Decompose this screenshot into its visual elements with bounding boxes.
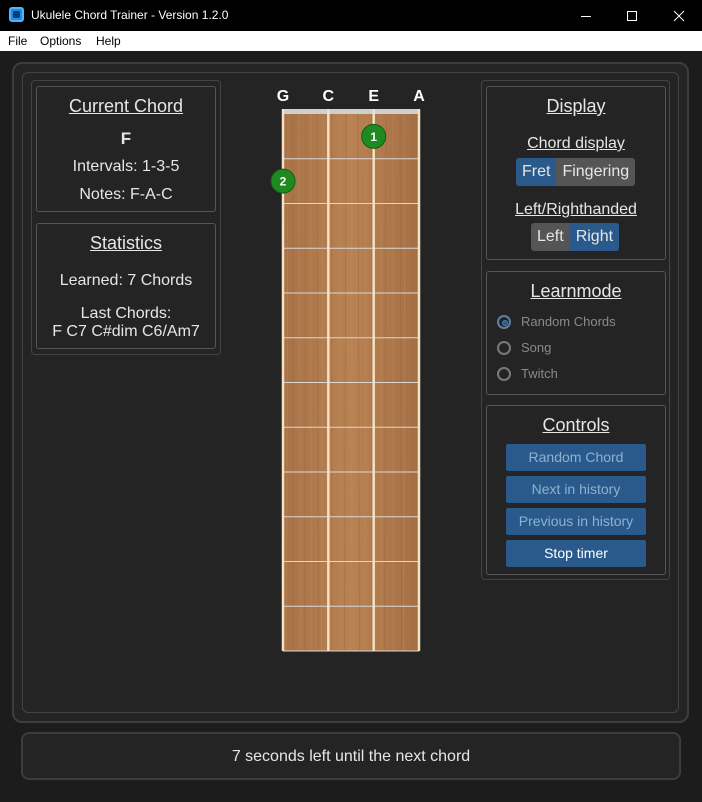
- fretboard-area: GCEA 12: [262, 51, 442, 661]
- chord-display-label: Chord display: [527, 135, 625, 152]
- finger-label: 1: [370, 130, 377, 144]
- chord-display-toggle: Fret Fingering: [516, 158, 636, 186]
- fretboard: 12: [270, 109, 421, 652]
- menu-help[interactable]: Help: [96, 34, 121, 48]
- finger-marker: 1: [361, 123, 387, 149]
- controls-heading: Controls: [542, 415, 610, 435]
- hand-label: Left/Righthanded: [515, 201, 637, 218]
- learnmode-heading: Learnmode: [530, 281, 622, 301]
- chord-intervals: Intervals: 1-3-5: [72, 158, 180, 175]
- random-chord-button[interactable]: Random Chord: [506, 444, 646, 471]
- current-chord-panel: Current Chord F Intervals: 1-3-5 Notes: …: [36, 86, 216, 212]
- controls-panel: Controls Random Chord Next in history Pr…: [486, 405, 666, 575]
- radio-unchecked-icon: [497, 367, 511, 381]
- radio-checked-icon: [497, 315, 511, 329]
- hand-toggle: Left Right: [531, 223, 620, 251]
- minimize-button[interactable]: [563, 0, 609, 31]
- menu-options[interactable]: Options: [40, 34, 81, 48]
- close-icon: [673, 10, 685, 21]
- current-chord-heading: Current Chord: [68, 96, 184, 116]
- left-option[interactable]: Left: [531, 223, 570, 251]
- next-history-button[interactable]: Next in history: [506, 476, 646, 503]
- learnmode-panel: Learnmode Random Chords Song Twitch: [486, 271, 666, 395]
- client-area: Current Chord F Intervals: 1-3-5 Notes: …: [0, 51, 702, 802]
- stop-timer-button[interactable]: Stop timer: [506, 540, 646, 567]
- radio-label: Twitch: [521, 366, 558, 381]
- title-bar: Ukulele Chord Trainer - Version 1.2.0: [0, 0, 702, 31]
- radio-label: Random Chords: [521, 314, 616, 329]
- menu-bar: File Options Help: [0, 31, 702, 51]
- menu-file[interactable]: File: [8, 34, 27, 48]
- display-heading: Display: [546, 96, 606, 116]
- display-panel: Display Chord display Fret Fingering Lef…: [486, 86, 666, 260]
- close-button[interactable]: [656, 0, 702, 31]
- last-chords-heading: Last Chords:: [80, 305, 172, 322]
- last-chords-list: F C7 C#dim C6/Am7: [52, 323, 200, 340]
- previous-history-button[interactable]: Previous in history: [506, 508, 646, 535]
- chord-notes: Notes: F-A-C: [79, 186, 173, 203]
- chord-name: F: [120, 129, 132, 148]
- statistics-panel: Statistics Learned: 7 Chords Last Chords…: [36, 223, 216, 349]
- statistics-heading: Statistics: [89, 233, 163, 253]
- learned-count: Learned: 7 Chords: [59, 272, 193, 289]
- fret-option[interactable]: Fret: [516, 158, 557, 186]
- finger-label: 2: [280, 175, 287, 189]
- maximize-button[interactable]: [609, 0, 655, 31]
- status-message: 7 seconds left until the next chord: [231, 748, 471, 765]
- app-icon: [9, 7, 24, 22]
- radio-label: Song: [521, 340, 552, 355]
- window-title: Ukulele Chord Trainer - Version 1.2.0: [31, 8, 229, 22]
- minimize-icon: [581, 15, 591, 17]
- maximize-icon: [627, 10, 637, 21]
- fingering-option[interactable]: Fingering: [556, 158, 635, 186]
- finger-marker: 2: [270, 168, 296, 194]
- nut: [282, 109, 420, 114]
- radio-unchecked-icon: [497, 341, 511, 355]
- status-bar: 7 seconds left until the next chord: [21, 732, 681, 780]
- right-option[interactable]: Right: [569, 223, 620, 251]
